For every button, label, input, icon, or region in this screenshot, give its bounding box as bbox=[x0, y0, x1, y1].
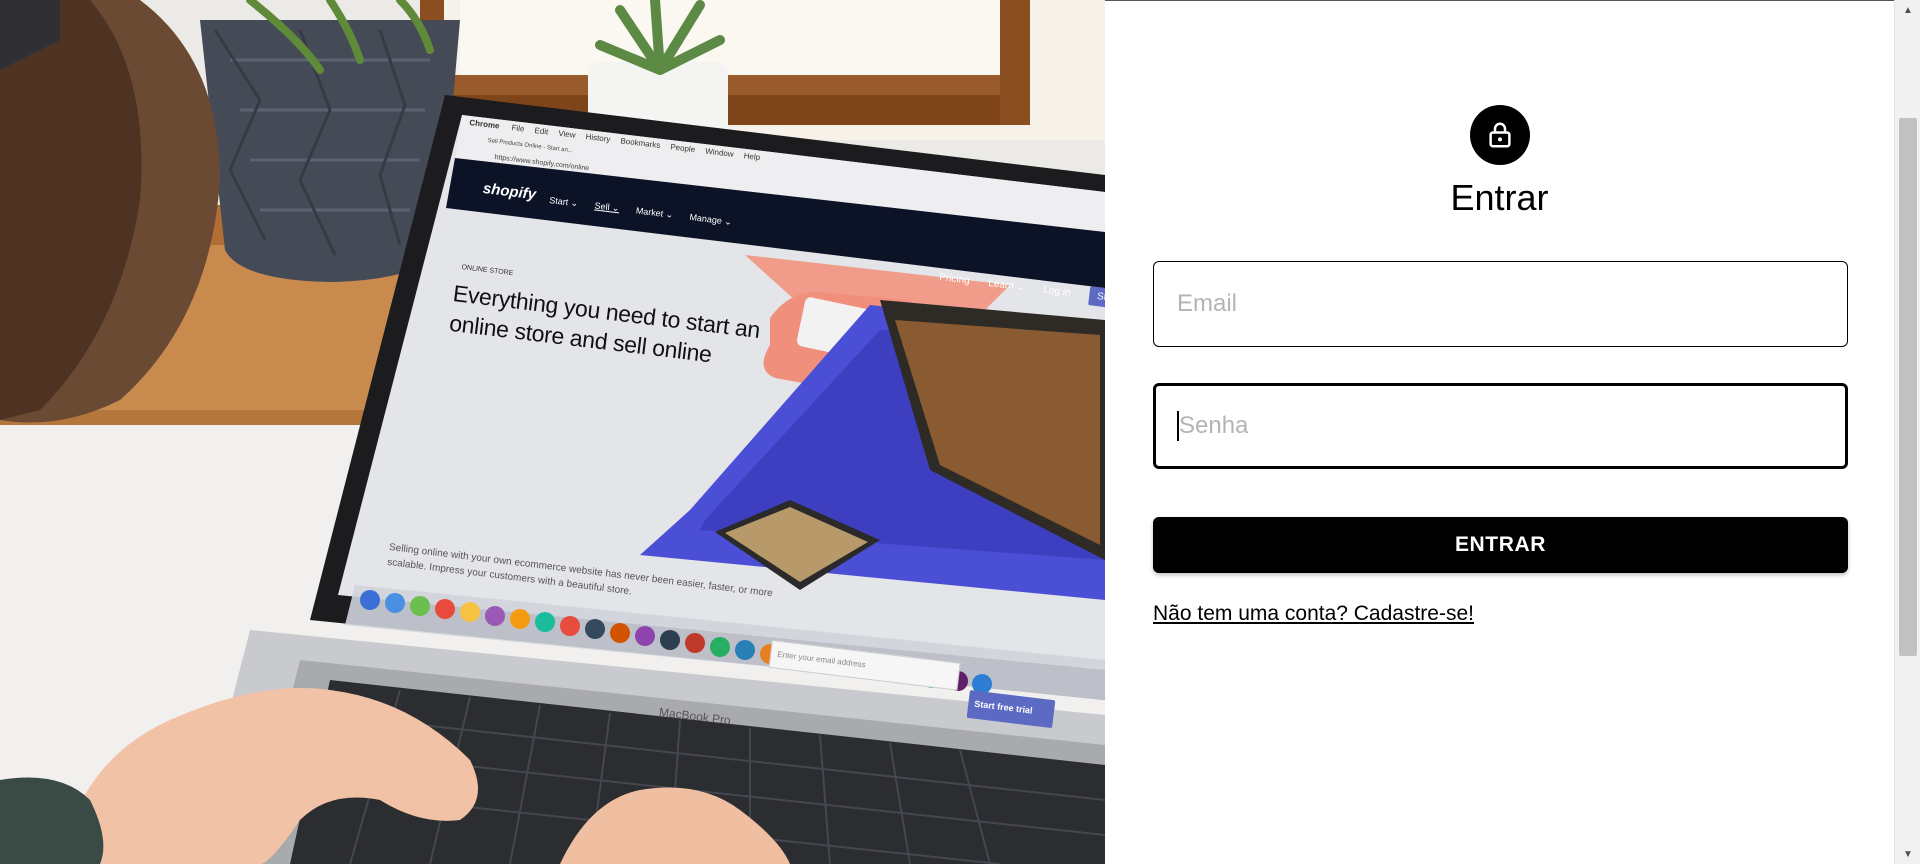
scroll-up-arrow-icon[interactable]: ▲ bbox=[1895, 0, 1920, 20]
signup-link[interactable]: Não tem uma conta? Cadastre-se! bbox=[1153, 602, 1474, 626]
vertical-scrollbar[interactable]: ▲ ▼ bbox=[1894, 0, 1920, 864]
page-title: Entrar bbox=[1450, 177, 1549, 218]
site-nav-sell: Sell ⌄ bbox=[594, 200, 621, 214]
lock-icon bbox=[1470, 105, 1530, 165]
password-field[interactable]: Senha bbox=[1153, 383, 1848, 469]
site-nav-start: Start ⌄ bbox=[548, 195, 579, 209]
password-placeholder: Senha bbox=[1179, 412, 1249, 439]
submit-button[interactable]: ENTRAR bbox=[1153, 517, 1848, 573]
email-field[interactable]: Email bbox=[1153, 261, 1848, 347]
menu-edit: Edit bbox=[534, 125, 549, 137]
login-page: Chrome File Edit View History Bookmarks … bbox=[0, 0, 1920, 864]
login-panel: Entrar Email Senha ENTRAR Não tem uma co… bbox=[1105, 0, 1894, 864]
menu-help: Help bbox=[743, 151, 761, 163]
hero-image: Chrome File Edit View History Bookmarks … bbox=[0, 0, 1105, 864]
menu-file: File bbox=[511, 123, 525, 134]
menu-view: View bbox=[557, 128, 577, 140]
scrollbar-thumb[interactable] bbox=[1899, 118, 1917, 656]
email-placeholder: Email bbox=[1177, 290, 1238, 317]
scroll-down-arrow-icon[interactable]: ▼ bbox=[1895, 844, 1920, 864]
